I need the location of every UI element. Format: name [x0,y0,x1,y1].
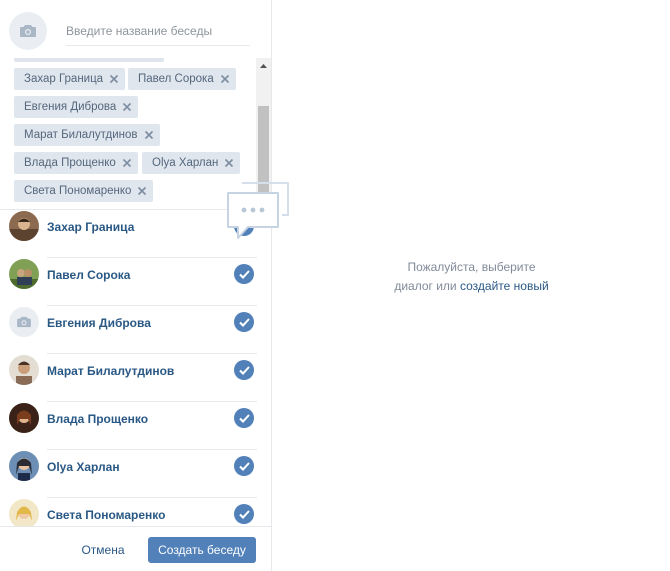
token-label: Olya Харлан [152,157,219,169]
friend-name: Света Пономаренко [47,508,166,522]
message-bubble-icon [227,182,289,239]
friend-row[interactable]: Света Пономаренко [0,498,271,526]
create-chat-button[interactable]: Создать беседу [148,537,256,563]
empty-state-line1: Пожалуйста, выберите [407,260,536,274]
token-label: Павел Сорока [138,73,214,85]
token-remove-icon[interactable] [138,124,160,146]
token-chip: Павел Сорока [128,68,236,90]
friend-name: Марат Билалутдинов [47,364,175,378]
avatar [9,259,39,289]
footer: Отмена Создать беседу [0,526,271,571]
checkmark-icon[interactable] [234,264,254,284]
checkmark-icon[interactable] [234,312,254,332]
chat-name-input[interactable] [66,16,250,46]
checkmark-icon[interactable] [234,504,254,524]
token-remove-icon[interactable] [116,96,138,118]
token-remove-icon[interactable] [131,180,153,202]
avatar [9,355,39,385]
avatar [9,211,39,241]
camera-icon [20,25,36,37]
token-remove-icon[interactable] [103,68,125,90]
friend-row[interactable]: Евгения Диброва [0,306,271,354]
token-chip: Olya Харлан [142,152,241,174]
token-partial-hidden [14,58,164,62]
avatar [9,451,39,481]
friend-row[interactable]: Olya Харлан [0,450,271,498]
avatar [9,499,39,526]
checkmark-icon[interactable] [234,408,254,428]
avatar [9,307,39,337]
token-remove-icon[interactable] [116,152,138,174]
checkmark-icon[interactable] [234,360,254,380]
friend-row[interactable]: Влада Прощенко [0,402,271,450]
friend-name: Павел Сорока [47,268,131,282]
chat-header [0,0,271,58]
token-chip: Евгения Диброва [14,96,139,118]
token-label: Влада Прощенко [24,157,116,169]
token-remove-icon[interactable] [218,152,240,174]
cancel-button[interactable]: Отмена [70,537,136,563]
checkmark-icon[interactable] [234,456,254,476]
token-label: Марат Билалутдинов [24,129,138,141]
token-chip: Марат Билалутдинов [14,124,160,146]
scroll-thumb[interactable] [258,106,269,192]
friend-list: Захар Граница Павел Сорока Евгения Дибро… [0,210,271,526]
token-chip: Влада Прощенко [14,152,138,174]
create-chat-panel: Захар Граница Павел Сорока Евгения Дибро… [0,0,272,571]
friend-name: Евгения Диброва [47,316,151,330]
friend-row[interactable]: Марат Билалутдинов [0,354,271,402]
empty-state-text: Пожалуйста, выберите диалог или создайте… [273,258,670,296]
friend-row[interactable]: Павел Сорока [0,258,271,306]
chat-photo-upload[interactable] [9,12,47,50]
create-new-link[interactable]: создайте новый [460,279,549,293]
token-label: Захар Граница [24,73,104,85]
camera-icon [17,316,31,328]
token-remove-icon[interactable] [214,68,236,90]
friend-name: Olya Харлан [47,460,120,474]
empty-state-line2-prefix: диалог или [394,279,457,293]
avatar [9,403,39,433]
empty-state-line2: диалог или создайте новый [273,277,670,296]
friend-name: Захар Граница [47,220,135,234]
token-label: Евгения Диброва [24,101,117,113]
token-chip: Захар Граница [14,68,126,90]
token-chip: Света Пономаренко [14,180,154,202]
token-label: Света Пономаренко [24,185,132,197]
friend-name: Влада Прощенко [47,412,149,426]
scroll-up-arrow-icon[interactable] [256,58,271,73]
